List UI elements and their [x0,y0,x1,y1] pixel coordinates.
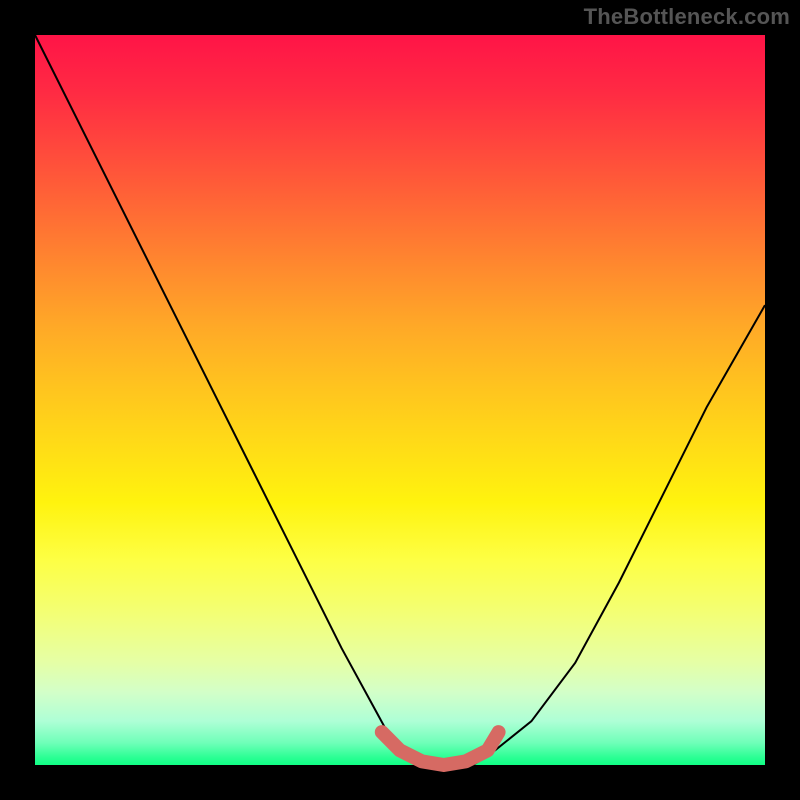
plot-area [35,35,765,765]
bottleneck-curve [35,35,765,765]
chart-frame: TheBottleneck.com [0,0,800,800]
curve-layer [35,35,765,765]
watermark-text: TheBottleneck.com [584,4,790,30]
optimal-band-highlight [382,732,499,765]
